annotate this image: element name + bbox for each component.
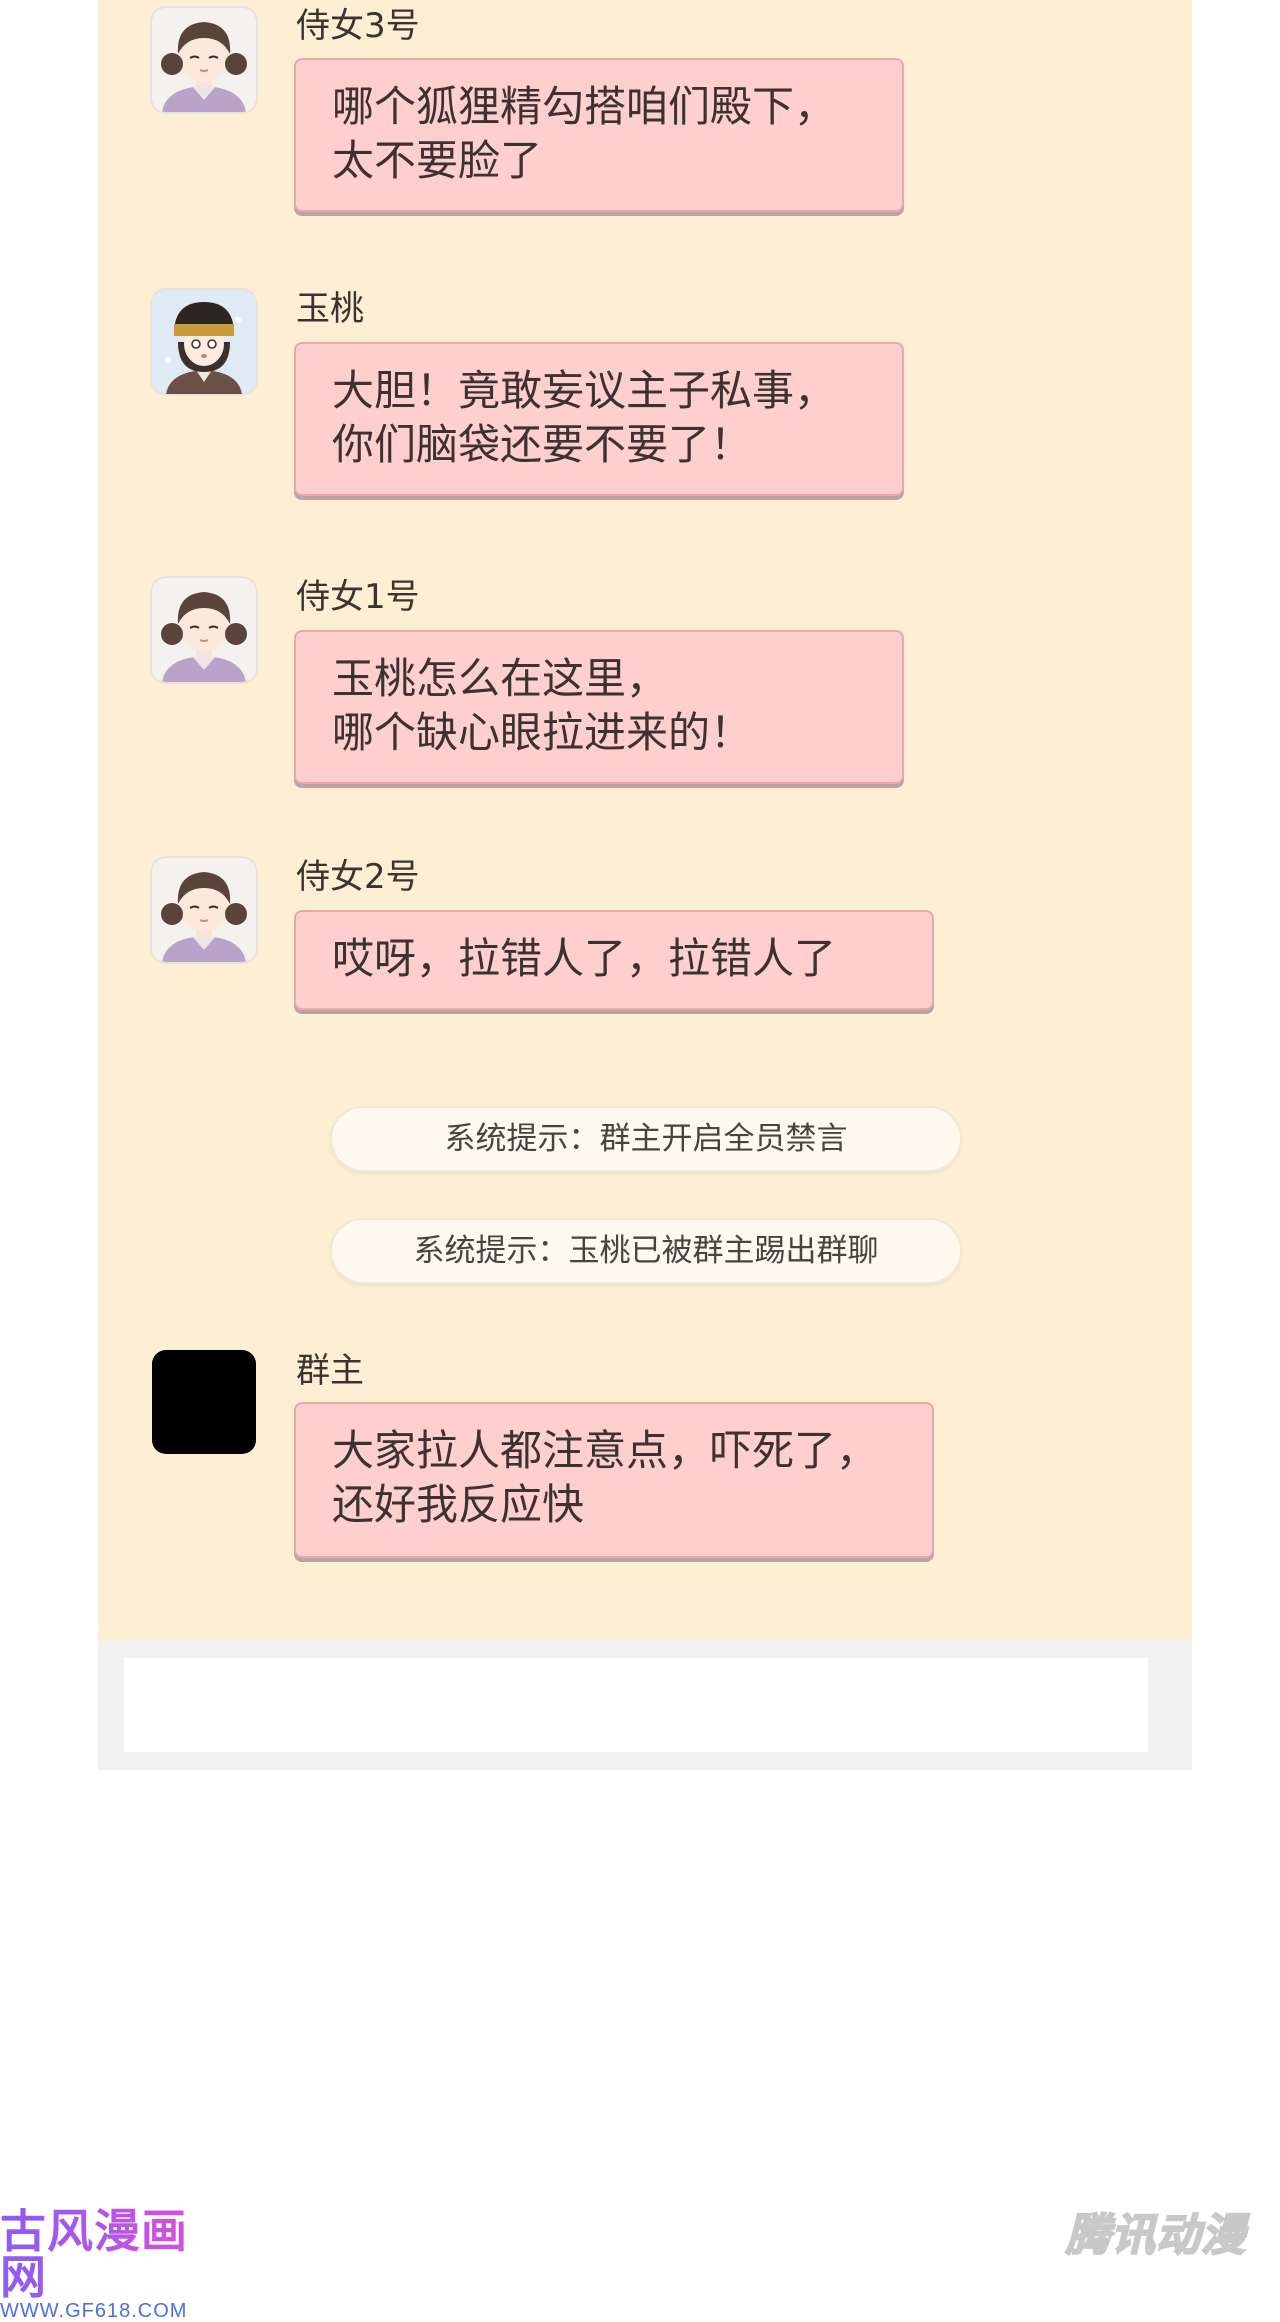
message-bubble[interactable]: 哎呀，拉错人了，拉错人了 — [294, 910, 934, 1010]
message-input[interactable] — [124, 1658, 1148, 1752]
sender-name: 侍女2号 — [296, 857, 420, 897]
sender-name: 侍女1号 — [296, 577, 420, 617]
watermark-logo-right: 腾讯动漫 — [1065, 2209, 1246, 2262]
watermark-url: WWW.GF618.COM — [0, 2300, 188, 2322]
sender-name: 群主 — [296, 1351, 364, 1391]
input-area — [98, 1640, 1192, 1770]
maid-avatar[interactable] — [152, 858, 256, 962]
watermark-logo-left: 古风漫画网 WWW.GF618.COM — [0, 2208, 220, 2322]
message-bubble[interactable]: 玉桃怎么在这里， 哪个缺心眼拉进来的！ — [294, 630, 904, 784]
system-notice: 系统提示：玉桃已被群主踢出群聊 — [330, 1218, 962, 1284]
chat-panel: 侍女3号 哪个狐狸精勾搭咱们殿下， 太不要脸了 玉桃 大胆！竟敢妄议主子私事， … — [98, 0, 1192, 1640]
system-notice: 系统提示：群主开启全员禁言 — [330, 1106, 962, 1172]
message-bubble[interactable]: 大胆！竟敢妄议主子私事， 你们脑袋还要不要了！ — [294, 342, 904, 496]
message-bubble[interactable]: 大家拉人都注意点，吓死了， 还好我反应快 — [294, 1402, 934, 1558]
sender-name: 侍女3号 — [296, 6, 420, 46]
watermark-brand: 古风漫画网 — [0, 2208, 220, 2300]
message-bubble[interactable]: 哪个狐狸精勾搭咱们殿下， 太不要脸了 — [294, 58, 904, 212]
maid-avatar[interactable] — [152, 578, 256, 682]
maid-avatar[interactable] — [152, 8, 256, 112]
yutao-avatar[interactable] — [152, 290, 256, 394]
black-avatar[interactable] — [152, 1350, 256, 1454]
sender-name: 玉桃 — [296, 289, 364, 329]
